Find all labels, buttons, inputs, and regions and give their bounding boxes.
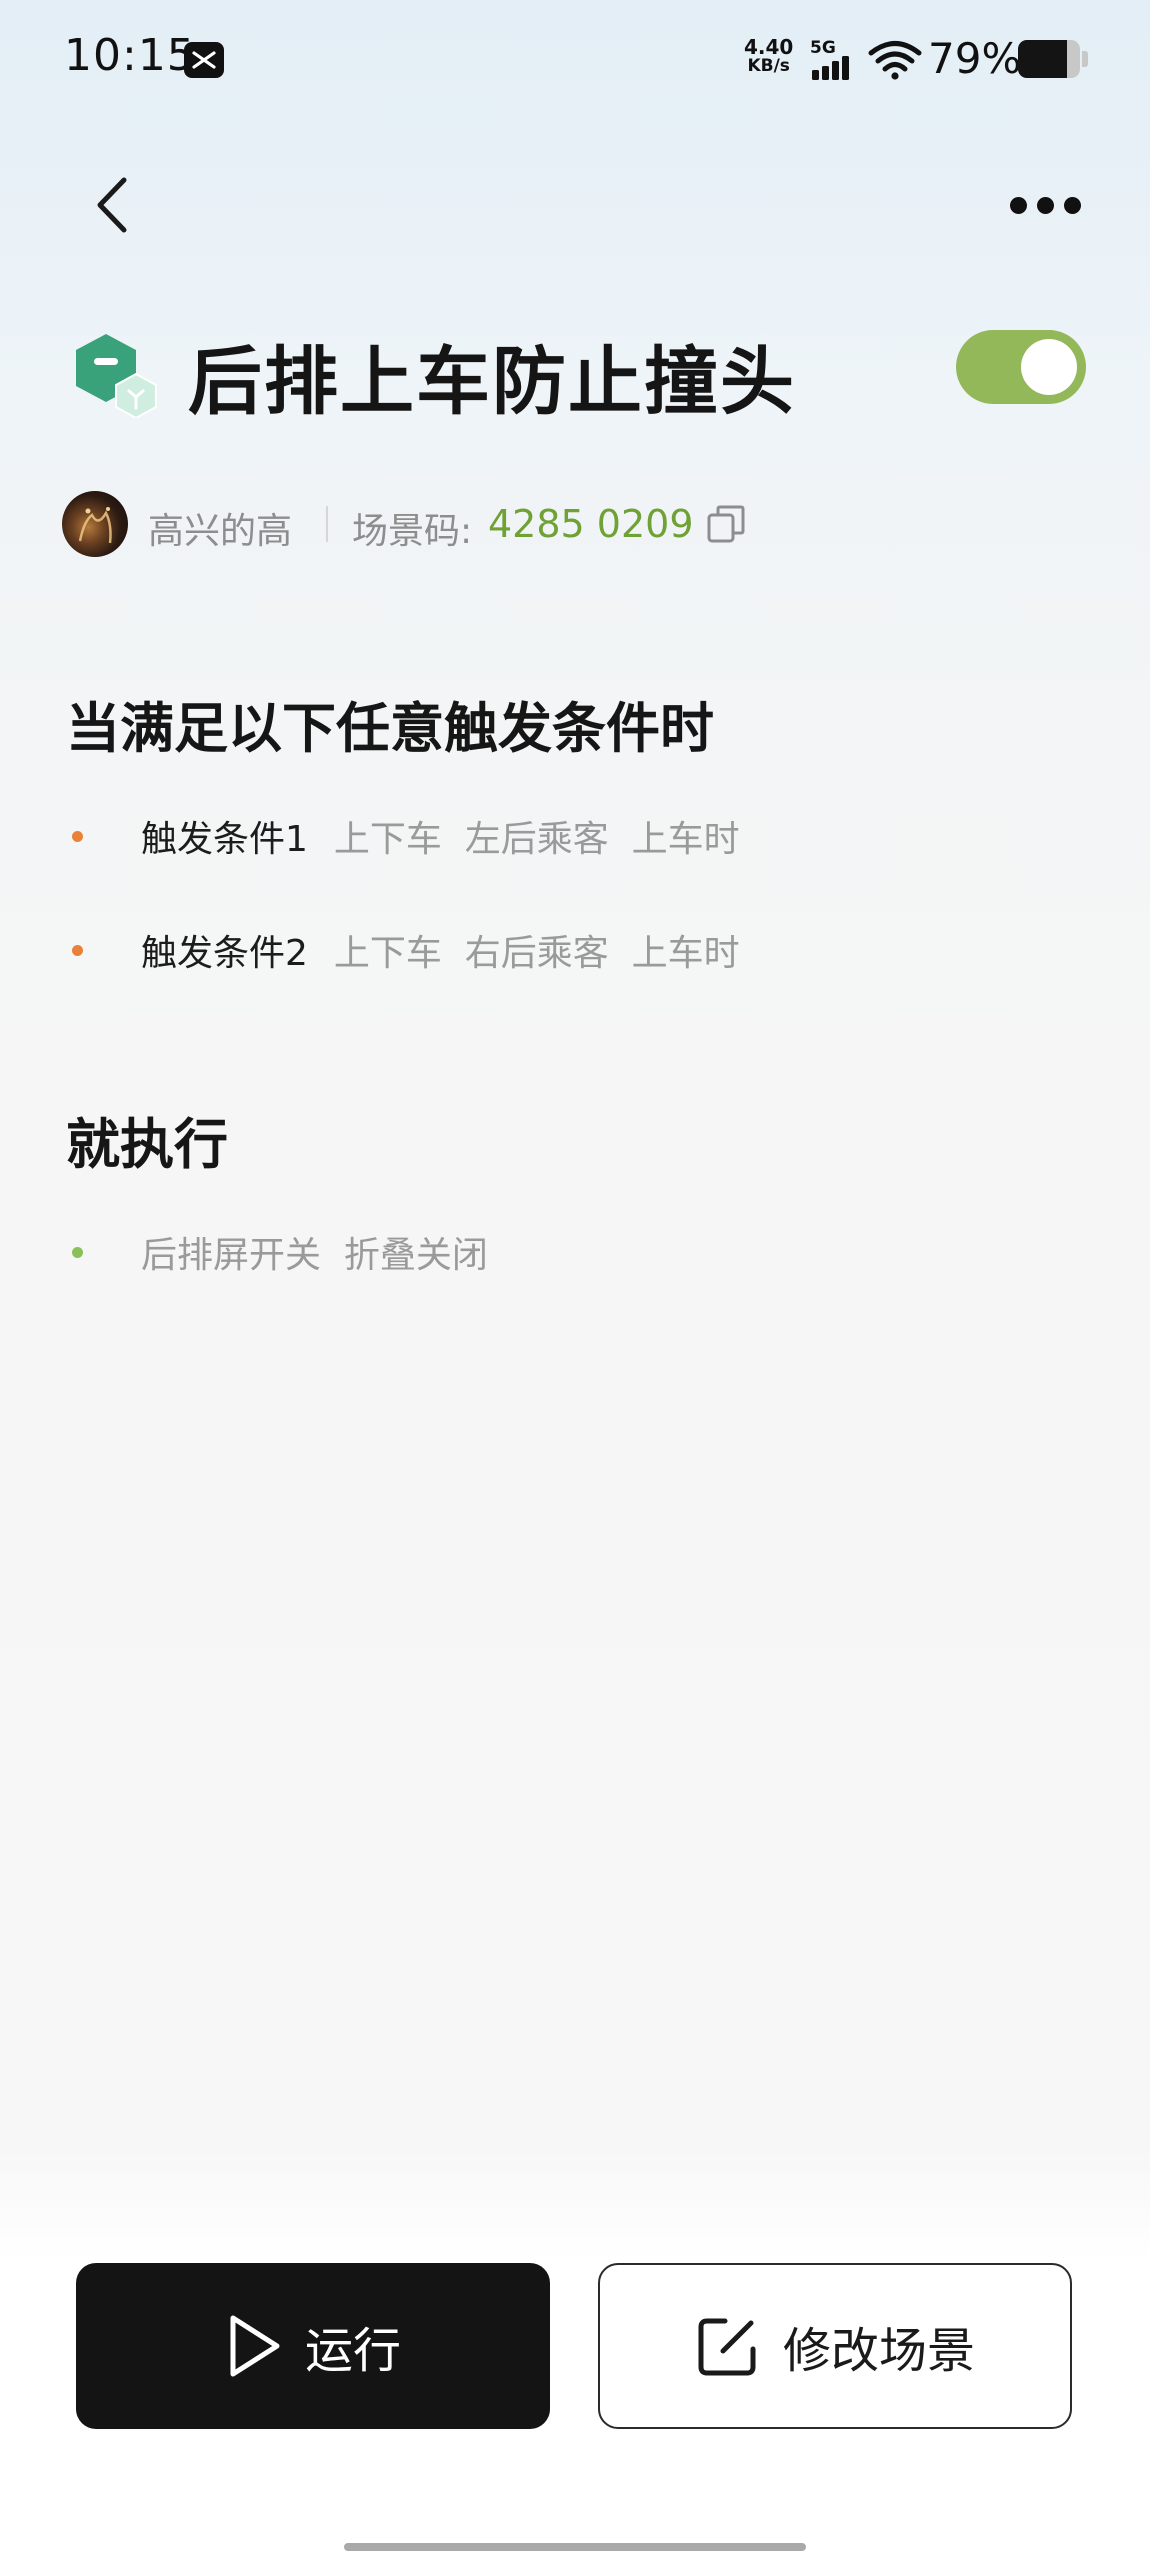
trigger-detail: 上下车 右后乘客 上车时: [333, 933, 740, 974]
home-indicator[interactable]: [344, 2543, 806, 2551]
scene-enable-toggle[interactable]: [956, 330, 1086, 404]
trigger-section-heading: 当满足以下任意触发条件时: [66, 697, 714, 760]
battery-level-fill: [1018, 40, 1067, 78]
battery-tip: [1082, 51, 1088, 67]
capcut-app-icon: [184, 42, 224, 78]
network-speed: 4.40 KB/s: [744, 35, 794, 76]
avatar[interactable]: [62, 491, 128, 557]
action-bullet: [72, 1246, 83, 1258]
network-speed-unit: KB/s: [747, 56, 790, 76]
status-time: 10:15: [64, 30, 196, 81]
scene-code-value: 4285 0209: [488, 502, 694, 546]
more-dot: [1036, 196, 1054, 214]
more-options-button[interactable]: [1000, 180, 1090, 230]
author-name[interactable]: 高兴的高: [148, 502, 292, 554]
action-detail: 后排屏开关 折叠关闭: [141, 1235, 488, 1276]
battery-percent: 79%: [928, 34, 1022, 83]
trigger-detail: 上下车 左后乘客 上车时: [333, 819, 740, 860]
more-dot: [1063, 196, 1081, 214]
back-button[interactable]: [82, 170, 142, 240]
play-icon: [230, 2315, 280, 2377]
trigger-bullet: [72, 830, 83, 842]
run-button-label: 运行: [304, 2323, 401, 2379]
edit-icon: [698, 2318, 756, 2376]
run-button[interactable]: 运行: [76, 2263, 550, 2429]
scene-code-label: 场景码:: [352, 511, 473, 552]
chevron-left-icon: [97, 177, 127, 233]
trigger-name: 触发条件1: [141, 819, 308, 860]
trigger-bullet: [72, 944, 83, 956]
copy-icon[interactable]: [706, 504, 746, 548]
trigger-name: 触发条件2: [141, 933, 308, 974]
trigger-item[interactable]: 触发条件2 上下车 右后乘客 上车时: [72, 924, 740, 976]
edit-scene-button-label: 修改场景: [782, 2323, 975, 2379]
more-dots-icon: [1009, 196, 1027, 214]
scene-cube-icon: [70, 330, 162, 422]
wifi-icon: [868, 40, 922, 84]
meta-divider: [326, 506, 328, 542]
signal-icon: [812, 56, 858, 84]
network-generation: 5G: [810, 38, 836, 58]
scene-title: 后排上车防止撞头: [188, 339, 796, 425]
battery-icon: [1018, 40, 1080, 78]
network-speed-value: 4.40: [744, 35, 794, 59]
action-item[interactable]: 后排屏开关 折叠关闭: [72, 1226, 488, 1278]
edit-scene-button[interactable]: 修改场景: [598, 2263, 1072, 2429]
toggle-knob: [1021, 339, 1077, 395]
action-section-heading: 就执行: [66, 1113, 228, 1176]
trigger-item[interactable]: 触发条件1 上下车 左后乘客 上车时: [72, 810, 740, 862]
